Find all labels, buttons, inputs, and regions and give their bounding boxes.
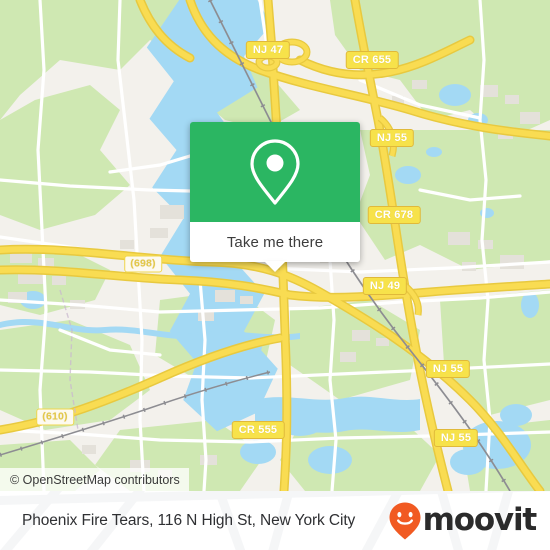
moovit-map-page: NJ 47 CR 655 NJ 55 CR 678 (698) NJ 49 NJ… bbox=[0, 0, 550, 550]
place-title: Phoenix Fire Tears, 116 N High St, New Y… bbox=[22, 511, 356, 529]
moovit-wordmark: moovit bbox=[422, 502, 538, 538]
footer-bar: Phoenix Fire Tears, 116 N High St, New Y… bbox=[0, 491, 550, 550]
road-shield-nj-55-north[interactable]: NJ 55 bbox=[369, 129, 415, 147]
road-shield-nj-55-south[interactable]: NJ 55 bbox=[433, 429, 479, 447]
map-canvas[interactable]: NJ 47 CR 655 NJ 55 CR 678 (698) NJ 49 NJ… bbox=[0, 0, 550, 491]
road-shield-cr-655[interactable]: CR 655 bbox=[345, 51, 399, 69]
road-shield-698[interactable]: (698) bbox=[124, 255, 162, 273]
road-shield-nj-47[interactable]: NJ 47 bbox=[245, 41, 291, 59]
location-popup-card[interactable]: Take me there bbox=[190, 122, 360, 272]
popup-image-panel bbox=[190, 122, 360, 222]
take-me-there-button[interactable]: Take me there bbox=[190, 222, 360, 262]
popup-pointer-tip bbox=[264, 261, 286, 272]
moovit-smiley-pin-icon bbox=[389, 502, 421, 539]
moovit-logo[interactable]: moovit bbox=[388, 501, 538, 541]
map-attribution[interactable]: © OpenStreetMap contributors bbox=[0, 468, 189, 491]
road-shield-610[interactable]: (610) bbox=[36, 408, 74, 426]
take-me-there-label: Take me there bbox=[226, 233, 324, 251]
map-attribution-label: © OpenStreetMap contributors bbox=[10, 472, 180, 487]
road-shield-cr-555[interactable]: CR 555 bbox=[231, 421, 285, 439]
road-shield-nj-49[interactable]: NJ 49 bbox=[362, 277, 408, 295]
road-shield-cr-678[interactable]: CR 678 bbox=[367, 206, 421, 224]
map-pin-icon bbox=[250, 139, 300, 205]
road-shield-nj-55-mid[interactable]: NJ 55 bbox=[425, 360, 471, 378]
